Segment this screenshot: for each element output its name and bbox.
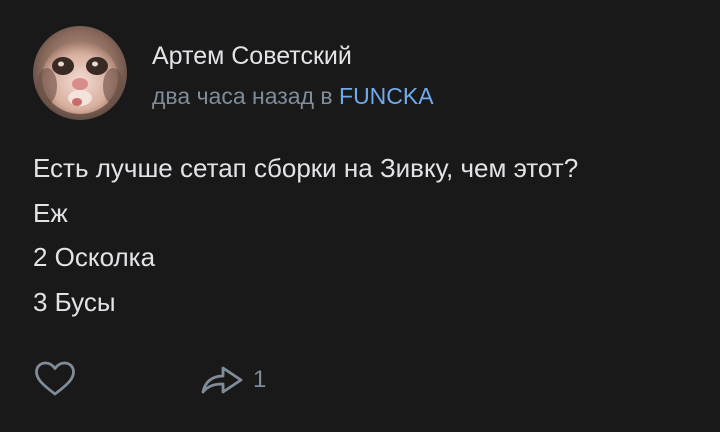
post-text-line: 3 Бусы	[33, 286, 116, 317]
cat-avatar-image	[33, 26, 127, 120]
post-card: Артем Советский два часа назад в FUNCKA …	[0, 0, 720, 432]
share-button[interactable]: 1	[199, 358, 266, 402]
post-meta: два часа назад в FUNCKA	[152, 82, 434, 110]
post-actions: 1	[33, 358, 693, 402]
post-text-line: 2 Осколка	[33, 242, 156, 272]
share-count: 1	[253, 366, 267, 393]
share-arrow-icon	[201, 366, 243, 394]
author-avatar[interactable]	[33, 26, 127, 120]
like-button[interactable]	[33, 358, 77, 402]
post-text: Есть лучше сетап сборки на Зивку, чем эт…	[33, 146, 693, 324]
group-link[interactable]: FUNCKA	[339, 83, 434, 109]
post-text-line: Есть лучше сетап сборки на Зивку, чем эт…	[33, 153, 579, 183]
post-text-line: Еж	[33, 197, 68, 228]
author-name[interactable]: Артем Советский	[152, 41, 352, 71]
post-time: два часа назад в	[152, 83, 340, 109]
heart-icon	[35, 361, 75, 396]
